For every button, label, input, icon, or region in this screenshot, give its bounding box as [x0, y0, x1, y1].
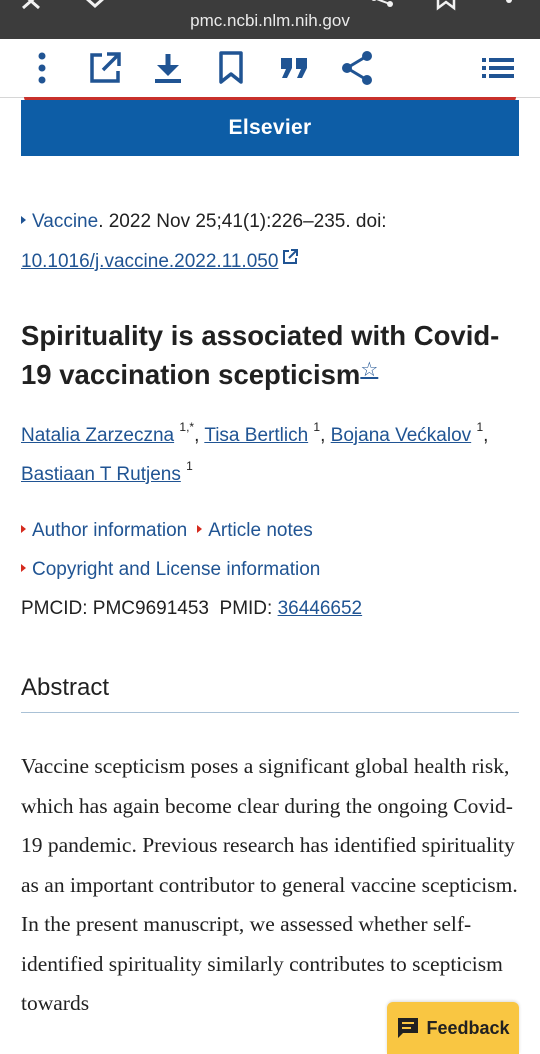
external-link-icon[interactable] — [282, 240, 299, 280]
abstract-heading: Abstract — [21, 674, 519, 713]
author-link[interactable]: Tisa Bertlich — [204, 425, 308, 446]
triangle-icon — [21, 524, 26, 533]
copyright-row: Copyright and License information — [21, 559, 320, 581]
pmcid: PMCID: PMC9691453 — [21, 598, 209, 619]
share-icon[interactable] — [368, 0, 396, 18]
triangle-icon — [21, 215, 26, 224]
citation-line: Vaccine. 2022 Nov 25;41(1):226–235. doi:… — [21, 202, 521, 282]
citation-details: . 2022 Nov 25;41(1):226–235. doi: — [98, 211, 387, 232]
table-of-contents-icon[interactable] — [480, 50, 516, 86]
copyright-toggle[interactable]: Copyright and License information — [32, 559, 320, 580]
publisher-name: Elsevier — [228, 116, 312, 139]
author-link[interactable]: Bojana Većkalov — [331, 425, 472, 446]
author-link[interactable]: Natalia Zarzeczna — [21, 425, 174, 446]
author-information-toggle[interactable]: Author information — [32, 520, 187, 541]
bookmark-icon[interactable] — [213, 50, 249, 86]
cite-quote-icon[interactable] — [276, 50, 312, 86]
feedback-label: Feedback — [426, 1017, 510, 1038]
article-title: Spirituality is associated with Covid-19… — [21, 316, 526, 394]
author-link[interactable]: Bastiaan T Rutjens — [21, 464, 181, 485]
download-icon[interactable] — [150, 50, 186, 86]
browser-address-bar: pmc.ncbi.nlm.nih.gov — [0, 0, 540, 39]
pmid-link[interactable]: 36446652 — [278, 598, 363, 619]
author-list: Natalia Zarzeczna 1,*, Tisa Bertlich 1, … — [21, 419, 489, 485]
title-note-star-icon[interactable]: ☆ — [360, 359, 378, 381]
feedback-button[interactable]: Feedback — [387, 1002, 519, 1054]
pmid-label: PMID: — [219, 598, 278, 619]
abstract-text: Vaccine scepticism poses a significant g… — [21, 754, 518, 1015]
bookmark-icon[interactable] — [434, 0, 462, 18]
share-icon[interactable] — [339, 50, 375, 86]
feedback-icon — [398, 1018, 419, 1038]
publisher-banner[interactable]: Elsevier — [21, 100, 519, 156]
more-vert-icon[interactable] — [496, 0, 524, 18]
doi-link[interactable]: 10.1016/j.vaccine.2022.11.050 — [21, 251, 278, 272]
author-affiliation[interactable]: 1 — [476, 420, 483, 434]
article-toolbar — [0, 39, 540, 98]
article-notes-toggle[interactable]: Article notes — [208, 520, 313, 541]
triangle-icon — [197, 524, 203, 533]
author-info-row: Author information Article notes — [21, 520, 313, 542]
author-affiliation[interactable]: 1 — [186, 459, 193, 473]
article-title-text: Spirituality is associated with Covid-19… — [21, 320, 500, 390]
identifiers-row: PMCID: PMC9691453 PMID: 36446652 — [21, 598, 362, 620]
author-affiliation[interactable]: 1,* — [179, 420, 194, 434]
journal-link[interactable]: Vaccine — [32, 211, 98, 232]
triangle-icon — [21, 563, 26, 572]
more-vert-icon[interactable] — [24, 50, 60, 86]
author-affiliation[interactable]: 1 — [313, 420, 320, 434]
open-external-icon[interactable] — [87, 50, 123, 86]
